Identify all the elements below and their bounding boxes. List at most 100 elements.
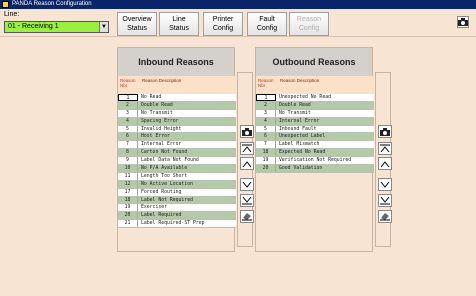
reason-nbr: 19 — [118, 204, 138, 212]
outbound-table: 1 Unexpected No Read 2 Double Read 3 No Trans… — [256, 94, 374, 173]
reason-description: Length Too Short — [141, 173, 188, 179]
table-row[interactable]: 5 Inbound Fault — [256, 125, 374, 134]
table-row[interactable]: 2 Double Read — [118, 101, 236, 110]
reason-nbr: 10 — [118, 165, 138, 172]
reason-description: Internal Error — [141, 142, 182, 148]
reason-description: Label Not Required — [141, 197, 193, 203]
table-row[interactable]: 3 No Transmit — [118, 109, 236, 118]
table-row[interactable]: 1 Unexpected No Read — [256, 94, 374, 102]
inbound-top-icon[interactable] — [240, 142, 254, 155]
table-row[interactable]: 5 Invalid Height — [118, 125, 236, 134]
reason-nbr: 1 — [256, 94, 276, 101]
reason-nbr: 4 — [118, 117, 138, 125]
outbound-top-icon[interactable] — [378, 142, 392, 155]
table-row[interactable]: 1 No Read — [118, 94, 236, 102]
table-row[interactable]: 4 Spacing Error — [118, 117, 236, 126]
button-label: Reason — [296, 16, 322, 23]
reason-nbr: 8 — [118, 149, 138, 157]
reason-nbr: 20 — [256, 165, 276, 172]
table-row[interactable]: 19 Exerciser — [118, 204, 236, 213]
table-row[interactable]: 21 Label Required-ST Prep — [118, 220, 236, 229]
reason-nbr: 4 — [256, 117, 276, 125]
reason-nbr: 7 — [118, 141, 138, 149]
reason-nbr: 11 — [118, 172, 138, 180]
table-row[interactable]: 7 Label Mismatch — [256, 141, 374, 150]
line-status-button[interactable]: Line Status — [159, 12, 199, 36]
line-select-value: 01 - Receiving 1 — [8, 23, 59, 30]
camera-icon[interactable] — [457, 16, 469, 28]
outbound-eraser-icon[interactable] — [378, 210, 392, 223]
outbound-camera-icon[interactable] — [378, 125, 392, 138]
line-select[interactable]: 01 - Receiving 1 ▼ — [4, 21, 109, 33]
table-row[interactable]: 3 No Transmit — [256, 109, 374, 118]
table-row[interactable]: 8 Carton Not Found — [118, 149, 236, 158]
outbound-down-icon[interactable] — [378, 178, 392, 191]
table-row[interactable]: 11 Length Too Short — [118, 172, 236, 181]
chevron-down-icon[interactable]: ▼ — [99, 22, 108, 32]
printer-config-button[interactable]: Printer Config — [203, 12, 243, 36]
inbound-up-icon[interactable] — [240, 157, 254, 170]
reason-config-button: Reason Config — [289, 12, 329, 36]
table-row[interactable]: 19 Verification Not Required — [256, 157, 374, 166]
reason-description: Label Required-ST Prep — [141, 221, 205, 227]
reason-description: Verification Not Required — [279, 158, 352, 164]
fault-config-button[interactable]: Fault Config — [247, 12, 287, 36]
table-row[interactable]: 20 Good Validation — [256, 165, 374, 173]
reason-nbr: 18 — [256, 149, 276, 157]
table-row[interactable]: 4 Internal Error — [256, 117, 374, 126]
table-row[interactable]: 6 Unexpected Label — [256, 133, 374, 142]
inbound-title: Inbound Reasons — [118, 48, 234, 76]
table-row[interactable]: 10 No P/A Available — [118, 165, 236, 173]
reason-description: No Transmit — [141, 110, 173, 116]
table-row[interactable]: 20 Label Required — [118, 212, 236, 221]
inbound-panel: Inbound Reasons Reason Nbr Reason Descri… — [117, 47, 236, 252]
button-label: Fault — [259, 16, 275, 23]
outbound-panel: Outbound Reasons Reason Nbr Reason Descr… — [255, 47, 374, 252]
reason-nbr: 19 — [256, 157, 276, 165]
button-label: Line — [172, 16, 186, 23]
table-row[interactable]: 18 Label Not Required — [118, 196, 236, 205]
outbound-bottom-icon[interactable] — [378, 194, 392, 207]
table-row[interactable]: 6 Host Error — [118, 133, 236, 142]
reason-nbr: 17 — [118, 188, 138, 196]
reason-nbr: 21 — [118, 220, 138, 228]
table-row[interactable]: 18 Expected No Read — [256, 149, 374, 158]
reason-nbr: 7 — [256, 141, 276, 149]
table-row[interactable]: 7 Internal Error — [118, 141, 236, 150]
reason-description: Invalid Height — [141, 126, 182, 132]
table-row[interactable]: 12 No Active Location — [118, 180, 236, 189]
reason-nbr: 5 — [256, 125, 276, 133]
reason-description: Double Read — [141, 102, 173, 108]
reason-description: Good Validation — [279, 166, 323, 172]
reason-description: Carton Not Found — [141, 150, 188, 156]
inbound-bottom-icon[interactable] — [240, 194, 254, 207]
reason-nbr: 2 — [118, 101, 138, 109]
button-label: Overview — [122, 16, 152, 23]
outbound-up-icon[interactable] — [378, 157, 392, 170]
reason-description: No P/A Available — [141, 166, 188, 172]
button-label: Status — [127, 25, 147, 32]
button-label: Config — [256, 25, 278, 32]
inbound-camera-icon[interactable] — [240, 125, 254, 138]
button-label: Status — [169, 25, 189, 32]
reason-nbr: 2 — [256, 101, 276, 109]
overview-status-button[interactable]: Overview Status — [117, 12, 157, 36]
inbound-desc-header: Reason Description — [140, 76, 236, 94]
reason-description: Spacing Error — [141, 118, 179, 124]
button-label: Printer — [212, 16, 234, 23]
reason-nbr: 9 — [118, 157, 138, 165]
reason-description: Label Mismatch — [279, 142, 320, 148]
inbound-down-icon[interactable] — [240, 178, 254, 191]
reason-description: Label Required — [141, 213, 182, 219]
table-row[interactable]: 9 Label Data Not Found — [118, 157, 236, 166]
reason-description: Host Error — [141, 134, 170, 140]
line-label: Line: — [4, 11, 20, 18]
reason-description: Double Read — [279, 102, 311, 108]
app-window: PANDA Reason Configuration Line: 01 - Re… — [0, 0, 476, 296]
inbound-eraser-icon[interactable] — [240, 210, 254, 223]
reason-nbr: 6 — [118, 133, 138, 141]
table-row[interactable]: 17 Forced Routing — [118, 188, 236, 197]
outbound-title: Outbound Reasons — [256, 48, 372, 76]
reason-description: Internal Error — [279, 118, 320, 124]
table-row[interactable]: 2 Double Read — [256, 101, 374, 110]
